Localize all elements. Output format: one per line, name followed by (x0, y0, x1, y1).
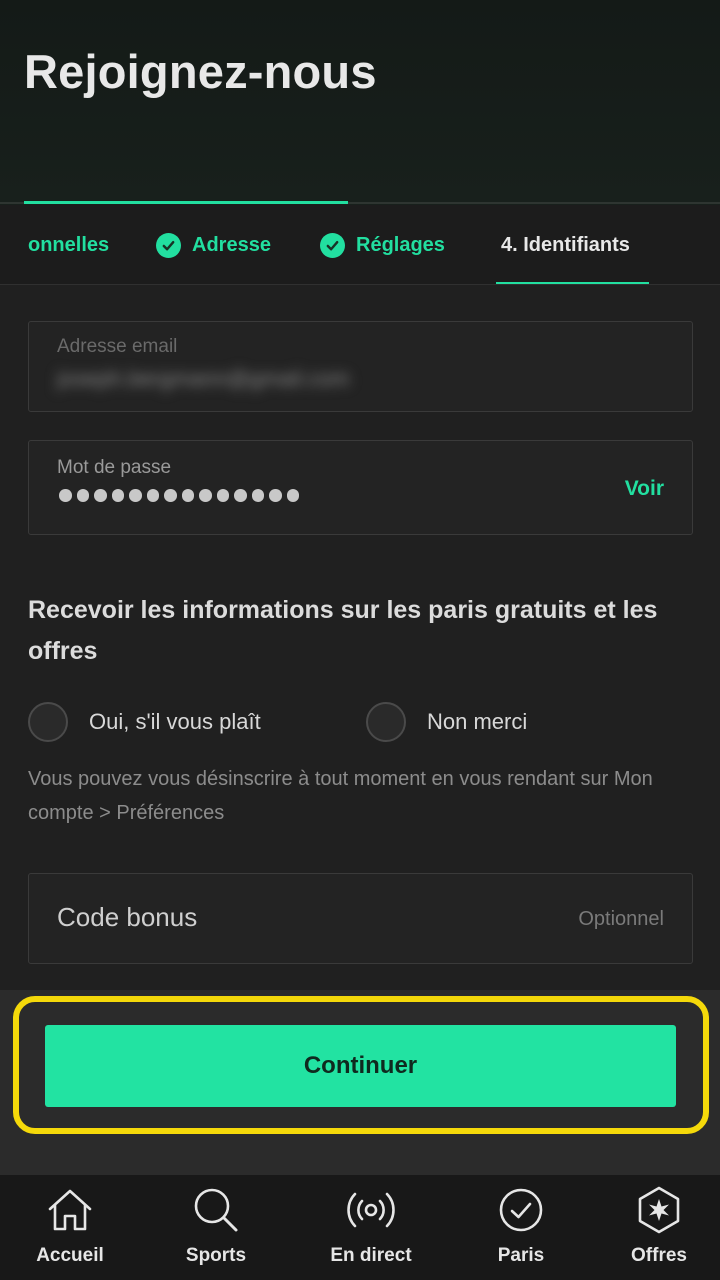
password-mask (59, 489, 299, 502)
check-icon (156, 232, 181, 258)
radio-circle[interactable] (366, 702, 406, 742)
highlight-frame (13, 996, 709, 1134)
radio-circle[interactable] (28, 702, 68, 742)
show-password-button[interactable]: Voir (625, 477, 664, 501)
optional-hint: Optionnel (578, 908, 664, 930)
radio-no-label: Non merci (427, 709, 528, 734)
unsubscribe-note: Vous pouvez vous désinscrire à tout mome… (28, 768, 653, 824)
nav-label: Paris (497, 1245, 545, 1266)
nav-item-sports[interactable]: Sports (146, 1175, 286, 1280)
radio-no[interactable]: Non merci (366, 702, 527, 742)
nav-item-home[interactable]: Accueil (0, 1175, 140, 1280)
step-label: onnelles (28, 233, 110, 256)
nav-item-bets[interactable]: Paris (451, 1175, 591, 1280)
step-label: Adresse (192, 233, 271, 256)
email-field[interactable]: Adresse email joseph.bergmann@gmail.com (28, 321, 693, 412)
password-field[interactable]: Mot de passe Voir (28, 440, 693, 535)
radio-yes[interactable]: Oui, s'il vous plaît (28, 702, 261, 742)
bottom-nav: Accueil Sports En direct Paris Offres (0, 1175, 720, 1280)
page-title: Rejoignez-nous (24, 45, 377, 98)
bonus-code-field[interactable]: Code bonus Optionnel (28, 873, 693, 964)
nav-label: Offres (631, 1245, 687, 1266)
nav-item-live[interactable]: En direct (301, 1175, 441, 1280)
step-label: Réglages (356, 233, 445, 256)
newsletter-title: Recevoir les informations sur les paris … (28, 596, 658, 665)
bonus-code-label: Code bonus (57, 902, 198, 932)
search-icon (194, 1188, 238, 1232)
radio-yes-label: Oui, s'il vous plaît (89, 709, 261, 734)
header: Rejoignez-nous (0, 0, 720, 205)
email-label: Adresse email (57, 336, 178, 357)
nav-label: En direct (330, 1245, 412, 1266)
home-icon (48, 1189, 92, 1231)
nav-label: Sports (185, 1245, 247, 1266)
step-settings[interactable]: Réglages (320, 205, 445, 284)
step-label: 4. Identifiants (501, 233, 630, 256)
step-tabs: onnelles Adresse Réglages 4. Identifiant… (0, 205, 720, 285)
check-icon (320, 232, 345, 258)
progress-bar-fill (24, 201, 348, 204)
check-circle-icon (499, 1188, 543, 1232)
step-personal[interactable]: onnelles (28, 205, 110, 284)
active-step-underline (496, 282, 649, 284)
email-value: joseph.bergmann@gmail.com (57, 366, 350, 391)
password-label: Mot de passe (57, 457, 172, 478)
step-credentials[interactable]: 4. Identifiants (501, 205, 630, 284)
nav-label: Accueil (36, 1245, 104, 1266)
live-broadcast-icon (347, 1192, 395, 1228)
step-address[interactable]: Adresse (156, 205, 271, 284)
star-badge-icon (638, 1186, 680, 1234)
nav-item-offers[interactable]: Offres (589, 1175, 720, 1280)
